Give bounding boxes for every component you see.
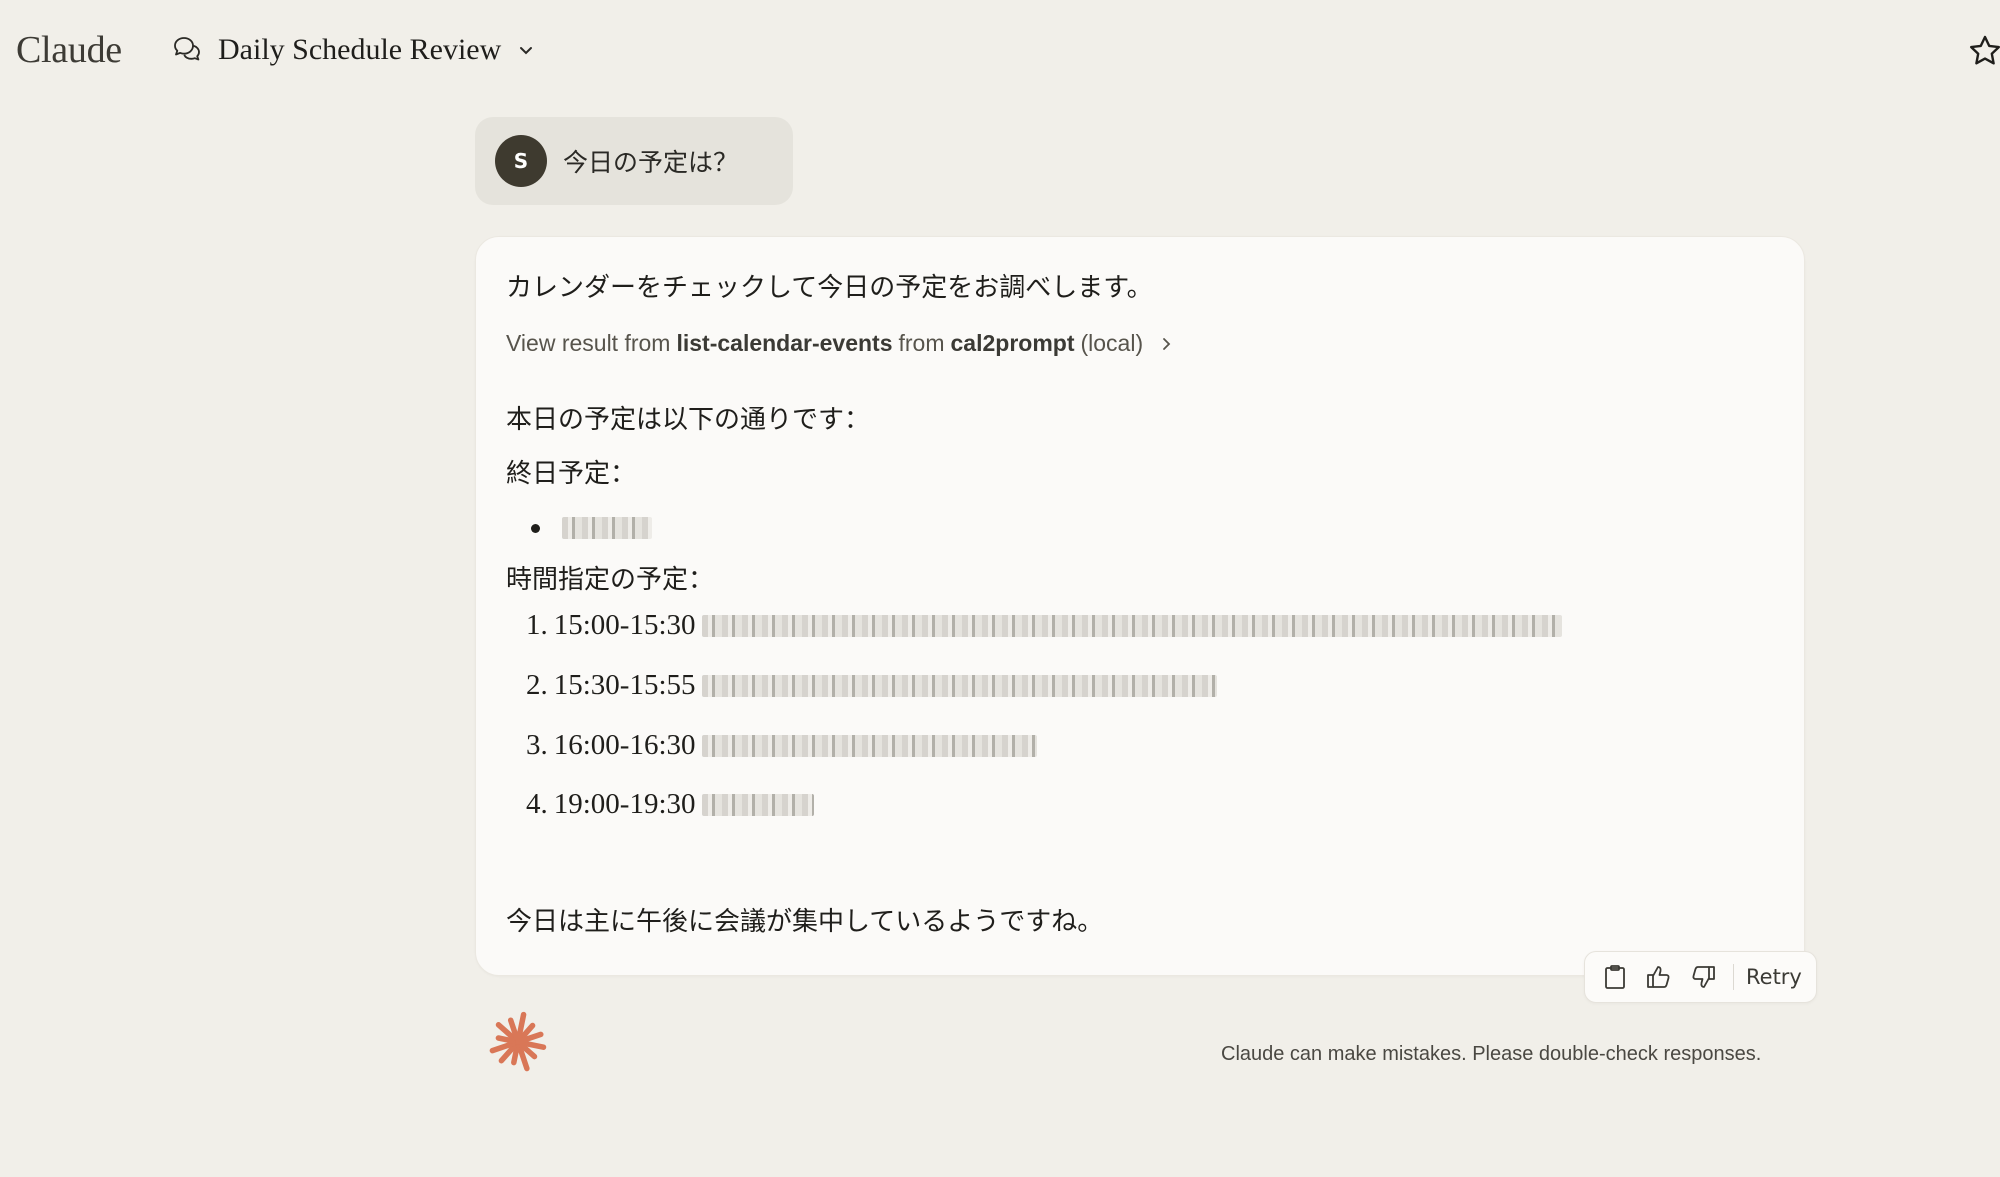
bullet-icon: [531, 523, 540, 533]
item-number: 3.: [526, 729, 548, 761]
tool-name: list-calendar-events: [676, 330, 893, 356]
response-lead: 本日の予定は以下の通りです：: [506, 405, 871, 435]
redacted-event-title: [562, 517, 652, 539]
item-time: 19:00-19:30: [553, 788, 696, 820]
item-time: 15:00-15:30: [553, 609, 696, 641]
thumbs-down-button[interactable]: [1689, 963, 1717, 991]
tool-result-middle: from: [898, 330, 945, 356]
list-item: 2. 15:30-15:55: [526, 669, 1217, 702]
tool-server: cal2prompt: [950, 330, 1075, 356]
brand-logo[interactable]: Claude: [16, 28, 122, 72]
user-message: S 今日の予定は？: [475, 117, 793, 205]
tool-result-suffix: (local): [1080, 330, 1144, 356]
tool-result-prefix: View result from: [506, 330, 671, 356]
item-time: 15:30-15:55: [553, 669, 696, 701]
star-icon[interactable]: [1968, 34, 2000, 68]
list-item: 1. 15:00-15:30: [526, 609, 1562, 642]
top-bar: Claude Daily Schedule Review: [0, 0, 2000, 100]
all-day-heading: 終日予定：: [506, 459, 637, 489]
item-time: 16:00-16:30: [553, 729, 696, 761]
avatar[interactable]: S: [495, 135, 547, 187]
item-number: 1.: [526, 609, 548, 641]
list-item: [531, 517, 652, 539]
chat-bubbles-icon: [174, 37, 200, 61]
response-intro: カレンダーをチェックして今日の予定をお調べします。: [506, 273, 1153, 303]
user-message-text: 今日の予定は？: [563, 148, 739, 177]
chat-title: Daily Schedule Review: [218, 33, 502, 66]
clipboard-icon: [1605, 965, 1625, 989]
chevron-right-icon: [1163, 337, 1171, 350]
timed-heading: 時間指定の予定：: [506, 565, 715, 595]
response-closing: 今日は主に午後に会議が集中しているようですね。: [506, 907, 1104, 937]
message-actions: Retry: [1584, 951, 1817, 1003]
chat-title-dropdown[interactable]: Daily Schedule Review: [170, 30, 535, 70]
item-number: 4.: [526, 788, 548, 820]
redacted-event-title: [701, 793, 814, 816]
thumbs-up-button[interactable]: [1645, 963, 1673, 991]
thumbs-up-icon: [1647, 966, 1670, 988]
claude-spark-icon: [489, 1011, 547, 1072]
disclaimer: Claude can make mistakes. Please double-…: [1221, 1043, 1762, 1065]
chevron-down-icon: [520, 47, 533, 55]
list-item: 4. 19:00-19:30: [526, 788, 814, 821]
list-item: 3. 16:00-16:30: [526, 729, 1037, 762]
tool-result-link[interactable]: View result from list-calendar-events fr…: [506, 330, 1173, 357]
item-number: 2.: [526, 669, 548, 701]
assistant-response: カレンダーをチェックして今日の予定をお調べします。 View result fr…: [475, 236, 1805, 976]
thumbs-down-icon: [1692, 966, 1715, 988]
divider: [1733, 964, 1734, 990]
redacted-event-title: [701, 734, 1037, 757]
redacted-event-title: [701, 614, 1562, 637]
redacted-event-title: [701, 674, 1217, 697]
retry-button[interactable]: Retry: [1746, 965, 1802, 989]
copy-button[interactable]: [1601, 963, 1629, 991]
